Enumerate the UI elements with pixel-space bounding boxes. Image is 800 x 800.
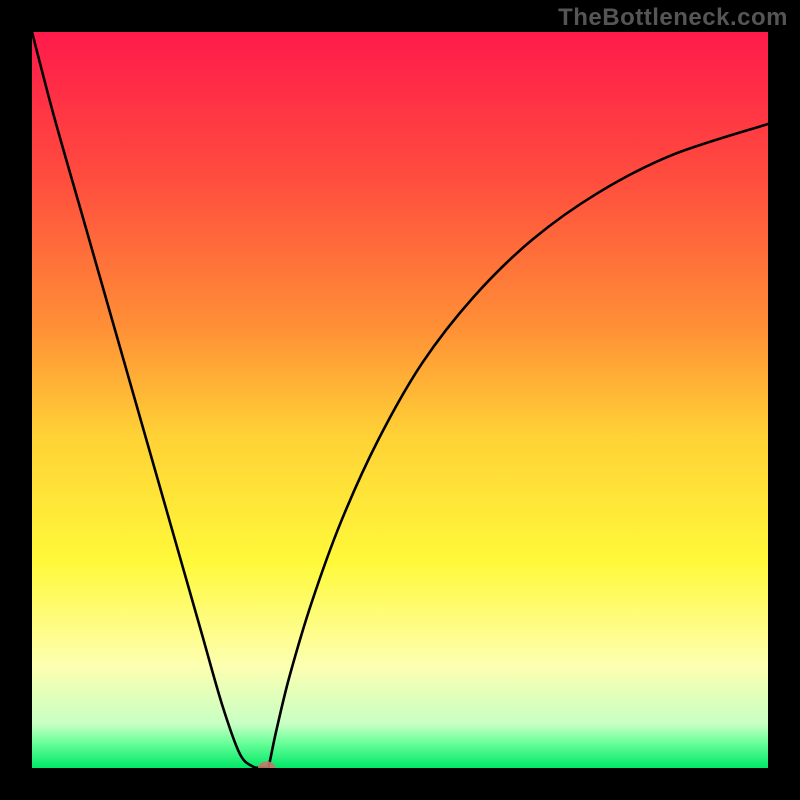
bottleneck-chart xyxy=(32,32,768,768)
plot-area xyxy=(32,32,768,768)
watermark-label: TheBottleneck.com xyxy=(558,4,788,32)
chart-frame: TheBottleneck.com xyxy=(0,0,800,800)
